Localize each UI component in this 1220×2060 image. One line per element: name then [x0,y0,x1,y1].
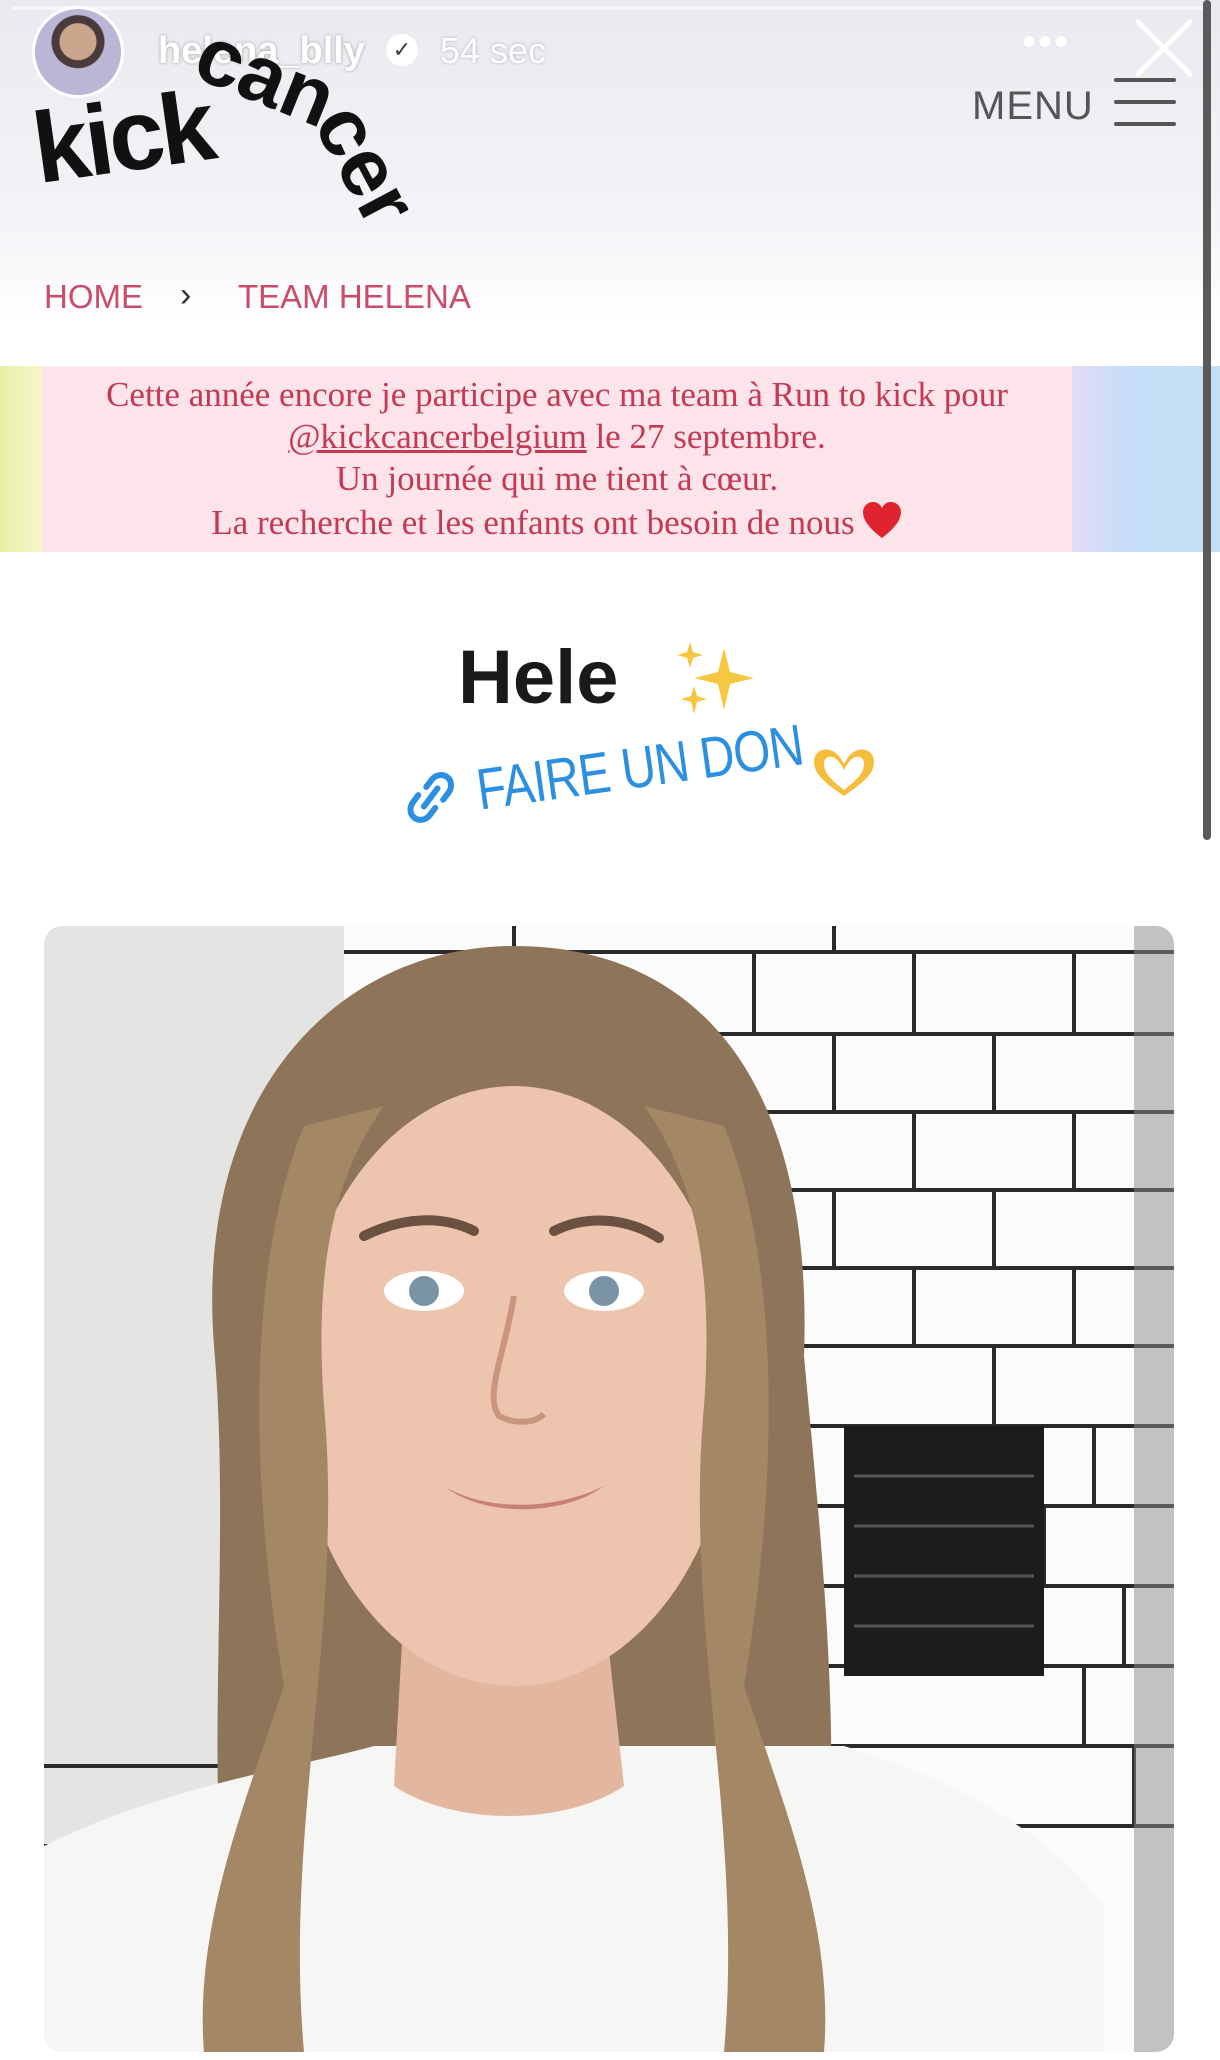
more-horizontal-icon[interactable]: ••• [1022,20,1070,65]
caption-line-4-text: La recherche et les enfants ont besoin d… [211,503,855,542]
caption-line-4: La recherche et les enfants ont besoin d… [42,500,1072,544]
chevron-right-icon: › [180,276,192,314]
breadcrumb-home-link[interactable]: HOME [44,278,143,316]
caption-line-1: Cette année encore je participe avec ma … [106,375,1008,414]
caption-line-2-text: le 27 septembre. [586,417,826,456]
close-icon[interactable] [1130,14,1198,82]
red-heart-icon [862,502,901,538]
scrollbar[interactable] [1203,0,1211,840]
menu-button-label[interactable]: MENU [972,84,1094,129]
caption-line-3: Un journée qui me tient à cœur. [335,459,779,498]
mention-link[interactable]: @kickcancerbelgium [288,417,587,456]
page-title: Hele [458,635,619,720]
story-progress-bar [12,6,1208,10]
hamburger-menu-icon[interactable] [1114,78,1176,128]
breadcrumb-current: TEAM HELENA [238,278,471,315]
person-portrait [44,946,1104,2052]
verified-badge-icon: ✓ [386,34,418,66]
story-timestamp: 54 sec [440,30,547,71]
heart-hands-icon [814,749,874,796]
story-caption: Cette année encore je participe avec ma … [42,374,1072,544]
sparkles-icon [677,642,754,714]
profile-photo [44,926,1174,2052]
link-icon [400,766,461,827]
caption-line-2: @kickcancerbelgium le 27 septembre. [42,416,1072,458]
